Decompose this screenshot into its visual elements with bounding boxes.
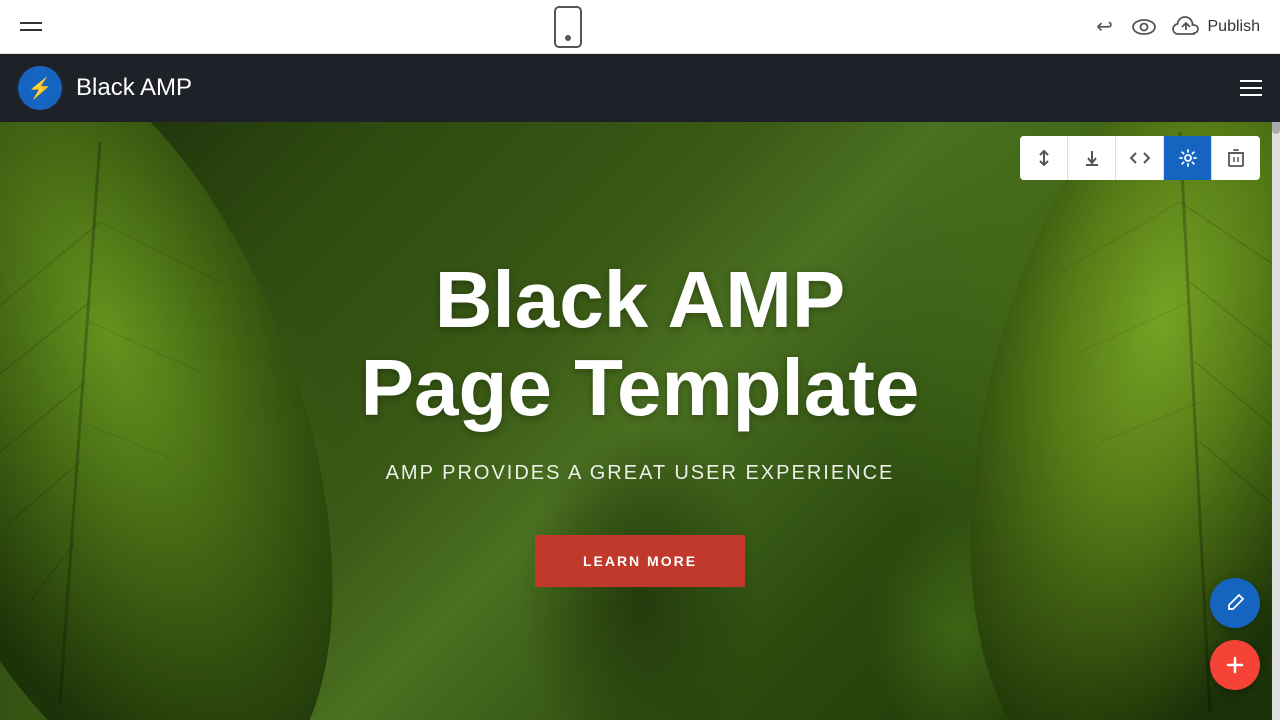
code-button[interactable]	[1116, 136, 1164, 180]
settings-button[interactable]	[1164, 136, 1212, 180]
hero-subtitle: AMP PROVIDES A GREAT USER EXPERIENCE	[361, 462, 920, 485]
toolbar-left	[20, 22, 42, 31]
sort-button[interactable]	[1020, 136, 1068, 180]
mobile-preview-icon[interactable]	[554, 6, 582, 48]
hero-content: Black AMP Page Template AMP PROVIDES A G…	[361, 256, 920, 587]
scrollbar[interactable]	[1272, 54, 1280, 720]
hero-section: Black AMP Page Template AMP PROVIDES A G…	[0, 122, 1280, 720]
app-logo: ⚡ Black AMP	[18, 66, 192, 110]
app-menu-icon[interactable]	[1240, 80, 1262, 96]
cloud-upload-icon	[1172, 16, 1200, 38]
toolbar-center	[554, 6, 582, 48]
leaf-left-decoration	[0, 122, 360, 720]
toolbar-right: ↩ Publish	[1094, 15, 1260, 39]
publish-button[interactable]: Publish	[1172, 16, 1260, 38]
edit-fab-button[interactable]	[1210, 578, 1260, 628]
app-title: Black AMP	[76, 74, 192, 102]
delete-button[interactable]	[1212, 136, 1260, 180]
content-toolbar	[1020, 136, 1260, 180]
publish-label: Publish	[1208, 18, 1260, 36]
top-toolbar: ↩ Publish	[0, 0, 1280, 54]
undo-icon[interactable]: ↩	[1094, 16, 1116, 38]
download-button[interactable]	[1068, 136, 1116, 180]
preview-icon[interactable]	[1132, 15, 1156, 39]
fab-container	[1210, 578, 1260, 690]
hero-title: Black AMP Page Template	[361, 256, 920, 432]
main-content: Black AMP Page Template AMP PROVIDES A G…	[0, 122, 1280, 720]
add-fab-button[interactable]	[1210, 640, 1260, 690]
menu-icon[interactable]	[20, 22, 42, 31]
learn-more-button[interactable]: LEARN MORE	[535, 535, 745, 587]
app-header: ⚡ Black AMP	[0, 54, 1280, 122]
logo-icon: ⚡	[18, 66, 62, 110]
